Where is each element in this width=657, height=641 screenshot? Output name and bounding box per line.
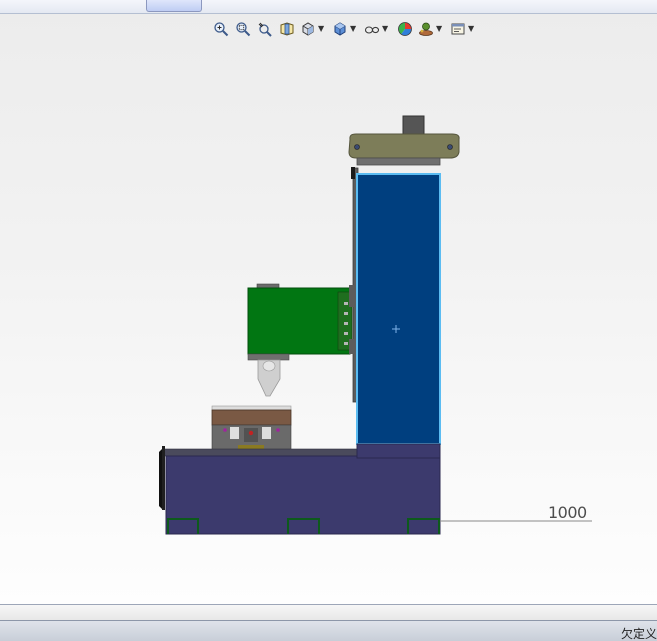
view-settings-icon[interactable]: ▼	[450, 20, 478, 38]
cad-application-window: ▼ ▼ ▼ ▼ ▼ 1000 欠定义	[0, 0, 657, 641]
hide-show-items-icon[interactable]: ▼	[364, 20, 392, 38]
zoom-to-area-icon[interactable]	[234, 20, 252, 38]
status-bar: 欠定义	[0, 620, 657, 641]
zoom-to-fit-icon[interactable]	[212, 20, 230, 38]
marking-head[interactable]	[247, 283, 355, 397]
view-orientation-icon[interactable]: ▼	[300, 20, 328, 38]
chevron-down-icon: ▼	[382, 24, 389, 33]
display-style-icon[interactable]: ▼	[332, 20, 360, 38]
top-tab-strip	[0, 0, 657, 14]
previous-view-icon[interactable]	[256, 20, 274, 38]
status-text: 欠定义	[620, 627, 657, 641]
heads-up-view-toolbar: ▼ ▼ ▼ ▼ ▼	[212, 18, 478, 40]
active-tab[interactable]	[146, 0, 202, 12]
section-view-icon[interactable]	[278, 20, 296, 38]
chevron-down-icon: ▼	[436, 24, 443, 33]
column-top-cap[interactable]	[348, 115, 460, 166]
column-clip	[351, 167, 355, 179]
chevron-down-icon: ▼	[350, 24, 357, 33]
graphics-area[interactable]: 1000	[0, 44, 657, 604]
selected-column[interactable]	[356, 173, 441, 445]
horizontal-scrollbar[interactable]	[0, 604, 657, 620]
scale-label: 1000	[548, 503, 587, 522]
machine-base[interactable]	[159, 443, 441, 535]
workpiece-fixture[interactable]	[211, 405, 292, 451]
apply-scene-icon[interactable]: ▼	[418, 20, 446, 38]
edit-appearance-icon[interactable]	[396, 20, 414, 38]
chevron-down-icon: ▼	[318, 24, 325, 33]
chevron-down-icon: ▼	[468, 24, 475, 33]
